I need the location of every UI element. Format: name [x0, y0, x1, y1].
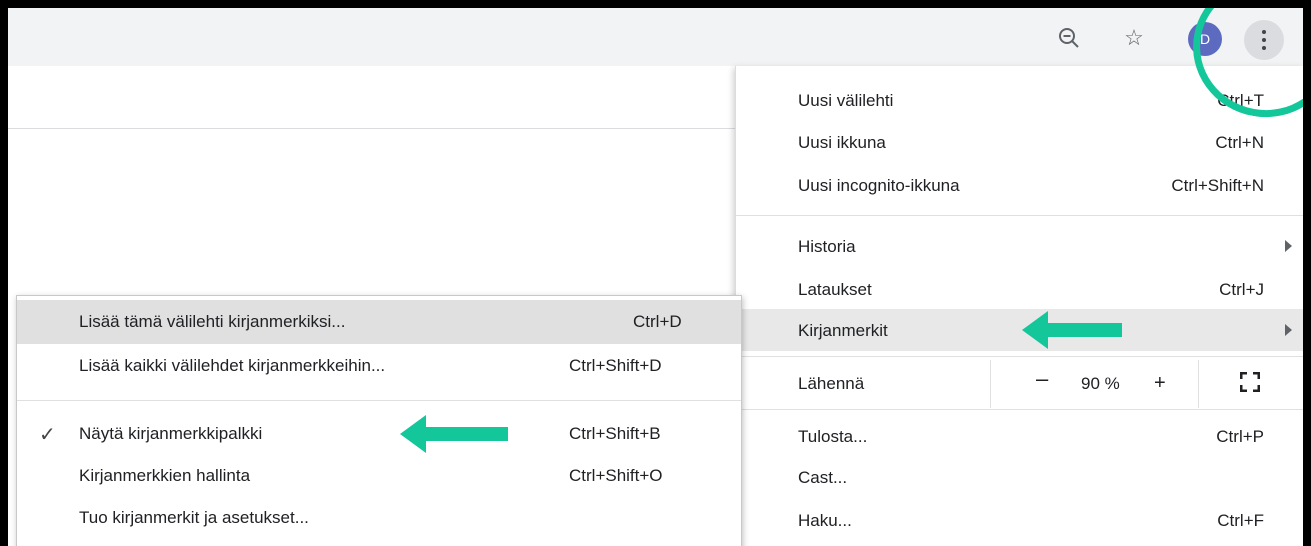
menu-item-new-window[interactable]: Uusi ikkuna Ctrl+N [736, 124, 1303, 162]
submenu-item-show-bookmarks-bar[interactable]: ✓ Näytä kirjanmerkkipalkki Ctrl+Shift+B [17, 412, 741, 456]
zoom-divider [1198, 360, 1199, 408]
menu-item-find[interactable]: Haku... Ctrl+F [736, 502, 1303, 540]
bookmark-star-icon[interactable]: ☆ [1118, 22, 1150, 54]
submenu-arrow-icon [1285, 324, 1292, 336]
menu-item-label: Uusi ikkuna [798, 133, 886, 152]
submenu-item-bookmark-manager[interactable]: Kirjanmerkkien hallinta Ctrl+Shift+O [17, 454, 741, 498]
menu-item-history[interactable]: Historia [736, 228, 1303, 266]
zoom-out-icon[interactable] [1053, 22, 1085, 54]
bookmarks-submenu: Lisää tämä välilehti kirjanmerkiksi... C… [16, 295, 742, 546]
dot [1262, 30, 1266, 34]
menu-item-shortcut: Ctrl+Shift+N [1171, 176, 1264, 195]
menu-item-label: Tulosta... [798, 427, 868, 446]
zoom-divider [990, 360, 991, 408]
menu-item-label: Historia [798, 237, 856, 256]
highlight-arrow-icon [400, 415, 508, 453]
menu-item-label: Lataukset [798, 280, 872, 299]
submenu-arrow-icon [1285, 240, 1292, 252]
page-divider [8, 128, 748, 129]
dot [1262, 38, 1266, 42]
menu-item-shortcut: Ctrl+N [1215, 133, 1264, 152]
highlight-arrow-icon [1022, 311, 1122, 349]
menu-item-cast[interactable]: Cast... [736, 459, 1303, 497]
fullscreen-icon[interactable] [1240, 372, 1260, 392]
arrow-shaft [1044, 323, 1122, 337]
zoom-value: 90 % [1081, 374, 1120, 393]
menu-separator [736, 215, 1303, 216]
menu-separator [736, 356, 1303, 357]
dot [1262, 46, 1266, 50]
submenu-item-bookmark-all-tabs[interactable]: Lisää kaikki välilehdet kirjanmerkkeihin… [17, 344, 741, 388]
menu-item-bookmarks[interactable]: Kirjanmerkit [736, 309, 1303, 351]
menu-item-print[interactable]: Tulosta... Ctrl+P [736, 418, 1303, 456]
submenu-item-label: Lisää tämä välilehti kirjanmerkiksi... [79, 312, 346, 331]
browser-toolbar: ☆ D [8, 8, 1303, 66]
menu-item-label: Cast... [798, 468, 848, 487]
menu-item-new-tab[interactable]: Uusi välilehti Ctrl+T [736, 82, 1303, 120]
menu-item-shortcut: Ctrl+J [1219, 280, 1264, 299]
menu-item-zoom: Lähennä – 90 % + [736, 360, 1303, 408]
checkmark-icon: ✓ [39, 424, 56, 446]
menu-item-label: Uusi incognito-ikkuna [798, 176, 960, 195]
submenu-item-label: Lisää kaikki välilehdet kirjanmerkkeihin… [79, 356, 386, 375]
menu-separator [17, 400, 741, 401]
menu-item-label: Kirjanmerkit [798, 321, 888, 340]
submenu-item-shortcut: Ctrl+Shift+D [569, 356, 662, 375]
menu-item-new-incognito[interactable]: Uusi incognito-ikkuna Ctrl+Shift+N [736, 167, 1303, 205]
zoom-plus-button[interactable]: + [1154, 372, 1166, 395]
menu-button[interactable] [1244, 20, 1284, 60]
submenu-item-label: Näytä kirjanmerkkipalkki [79, 424, 263, 443]
avatar[interactable]: D [1188, 22, 1222, 56]
menu-item-downloads[interactable]: Lataukset Ctrl+J [736, 271, 1303, 309]
menu-item-label: Haku... [798, 511, 852, 530]
menu-item-shortcut: Ctrl+T [1217, 91, 1264, 110]
arrow-shaft [424, 427, 508, 441]
submenu-item-label: Kirjanmerkkien hallinta [79, 466, 251, 485]
menu-item-shortcut: Ctrl+F [1217, 511, 1264, 530]
zoom-minus-button[interactable]: – [1036, 366, 1048, 392]
submenu-item-shortcut: Ctrl+D [633, 312, 682, 331]
submenu-item-bookmark-tab[interactable]: Lisää tämä välilehti kirjanmerkiksi... C… [17, 300, 741, 344]
arrow-head [400, 415, 426, 453]
submenu-item-shortcut: Ctrl+Shift+B [569, 424, 661, 443]
submenu-item-shortcut: Ctrl+Shift+O [569, 466, 663, 485]
submenu-item-import-bookmarks[interactable]: Tuo kirjanmerkit ja asetukset... [17, 496, 741, 540]
menu-item-label: Uusi välilehti [798, 91, 894, 110]
menu-separator [736, 409, 1303, 410]
submenu-item-label: Tuo kirjanmerkit ja asetukset... [79, 508, 309, 527]
menu-item-shortcut: Ctrl+P [1216, 427, 1264, 446]
chrome-main-menu: Uusi välilehti Ctrl+T Uusi ikkuna Ctrl+N… [735, 66, 1303, 546]
menu-item-label: Lähennä [798, 374, 865, 393]
browser-window: ☆ D Uusi välilehti Ctrl+T Uusi ikkuna Ct… [8, 8, 1303, 546]
